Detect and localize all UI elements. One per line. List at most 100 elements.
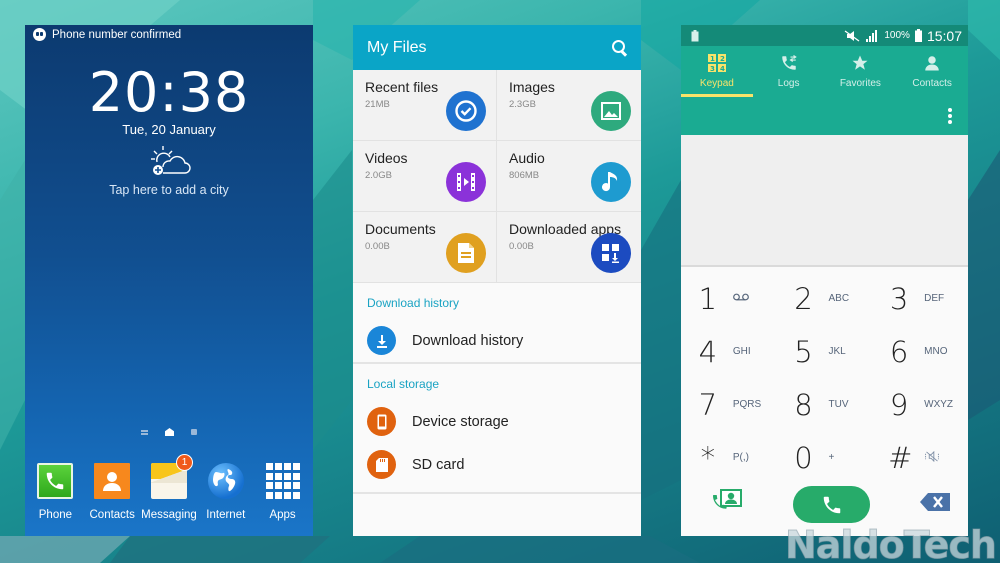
list-item-download-history[interactable]: Download history (353, 319, 641, 362)
key-digit: 7 (698, 387, 718, 422)
clock-check-icon (446, 91, 486, 131)
unread-badge: 1 (175, 454, 193, 471)
signal-icon (866, 29, 878, 42)
category-recent-files[interactable]: Recent files 21MB (353, 70, 497, 141)
category-videos[interactable]: Videos 2.0GB (353, 141, 497, 212)
more-options-icon[interactable] (948, 108, 952, 124)
page-dot-icon[interactable] (191, 429, 197, 435)
add-to-contacts-icon[interactable] (711, 488, 743, 521)
section-header-local-storage: Local storage (367, 377, 440, 391)
person-icon (925, 56, 939, 71)
key-letters: JKL (828, 346, 846, 357)
globe-icon (207, 463, 244, 499)
my-files-screen: My Files Recent files 21MB Images 2.3GB … (353, 25, 641, 536)
add-city-link[interactable]: Tap here to add a city (25, 183, 313, 197)
key-6[interactable]: 6 MNO (872, 325, 968, 378)
backspace-icon[interactable] (920, 493, 950, 516)
watermark-logo: NaldoTech (784, 523, 997, 563)
tab-logs[interactable]: Logs (753, 46, 825, 97)
category-documents[interactable]: Documents 0.00B (353, 212, 497, 283)
list-item-label: Device storage (412, 413, 509, 430)
key-1[interactable]: 1 (681, 272, 777, 325)
search-icon[interactable] (611, 39, 629, 57)
voicemail-icon (732, 293, 761, 304)
tab-favorites[interactable]: Favorites (825, 46, 897, 97)
dock-internet[interactable]: Internet (197, 463, 254, 521)
dock-label: Apps (269, 509, 296, 521)
notification-bar[interactable]: Phone number confirmed (33, 28, 181, 41)
phone-call-icon (823, 496, 840, 513)
key-digit: 3 (889, 281, 909, 316)
call-button[interactable] (793, 486, 870, 523)
list-item-label: SD card (412, 456, 465, 473)
svg-text:1: 1 (710, 55, 715, 63)
download-icon (367, 326, 396, 355)
dock-label: Internet (206, 509, 246, 521)
tab-label: Favorites (839, 78, 881, 89)
divider (353, 492, 641, 494)
key-3[interactable]: 3 DEF (872, 272, 968, 325)
key-7[interactable]: 7 PQRS (681, 378, 777, 431)
key-letters: GHI (732, 346, 751, 357)
svg-text:2: 2 (720, 55, 725, 63)
key-letters: DEF (924, 293, 945, 304)
category-downloaded-apps[interactable]: Downloaded apps 0.00B (497, 212, 641, 283)
list-item-sd-card[interactable]: SD card (353, 443, 641, 486)
key-letters: WXYZ (924, 399, 954, 410)
key-digit: 2 (794, 281, 813, 316)
app-bar: My Files (353, 25, 641, 70)
key-2[interactable]: 2 ABC (777, 272, 873, 325)
weather-add-city-icon[interactable] (149, 145, 191, 177)
phone-icon (37, 463, 74, 499)
key-4[interactable]: 4 GHI (681, 325, 777, 378)
battery-notification-icon (691, 29, 699, 41)
svg-text:3: 3 (710, 65, 715, 72)
category-audio[interactable]: Audio 806MB (497, 141, 641, 212)
dialer-actions (681, 486, 968, 523)
page-title: My Files (367, 38, 427, 56)
key-digit: 4 (698, 334, 718, 369)
document-icon (446, 233, 486, 273)
tab-keypad[interactable]: 1234 Keypad (681, 46, 753, 97)
device-icon (367, 407, 396, 436)
category-grid: Recent files 21MB Images 2.3GB Videos 2.… (353, 70, 641, 283)
key-digit: 5 (794, 334, 813, 369)
image-icon (591, 91, 631, 131)
dock-label: Contacts (89, 509, 135, 521)
number-display-field[interactable] (681, 135, 968, 267)
dock-apps[interactable]: Apps (254, 463, 311, 521)
battery-percent: 100% (884, 30, 910, 41)
svg-text:4: 4 (720, 65, 725, 72)
menu-page-icon[interactable] (141, 429, 148, 435)
key-digit: * (700, 440, 716, 475)
key-5[interactable]: 5 JKL (777, 325, 873, 378)
music-note-icon (591, 162, 631, 202)
key-digit: 0 (794, 440, 813, 475)
list-item-label: Download history (412, 332, 524, 349)
key-digit: 6 (889, 334, 909, 369)
dock-messaging[interactable]: 1 Messaging (141, 454, 198, 521)
key-hash[interactable]: # (872, 431, 968, 484)
key-letters: P(,) (732, 452, 749, 463)
dock-phone[interactable]: Phone (27, 463, 84, 521)
key-0[interactable]: 0 + (777, 431, 873, 484)
tab-label: Keypad (699, 78, 734, 89)
call-log-icon (781, 55, 797, 70)
messaging-icon: 1 (150, 454, 193, 499)
dock-contacts[interactable]: Contacts (84, 463, 141, 521)
key-star[interactable]: * P(,) (681, 431, 777, 484)
key-digit: 9 (889, 387, 909, 422)
tab-label: Logs (777, 78, 800, 89)
mute-icon (844, 29, 860, 42)
key-8[interactable]: 8 TUV (777, 378, 873, 431)
lock-screen: Phone number confirmed 20:38 Tue, 20 Jan… (25, 25, 313, 536)
category-images[interactable]: Images 2.3GB (497, 70, 641, 141)
list-item-device-storage[interactable]: Device storage (353, 400, 641, 443)
tab-contacts[interactable]: Contacts (896, 46, 968, 97)
contacts-icon (94, 463, 131, 499)
status-time: 15:07 (926, 27, 962, 44)
page-indicator (25, 428, 313, 436)
home-page-icon[interactable] (165, 428, 174, 436)
key-9[interactable]: 9 WXYZ (872, 378, 968, 431)
mute-vibrate-icon (924, 450, 952, 465)
